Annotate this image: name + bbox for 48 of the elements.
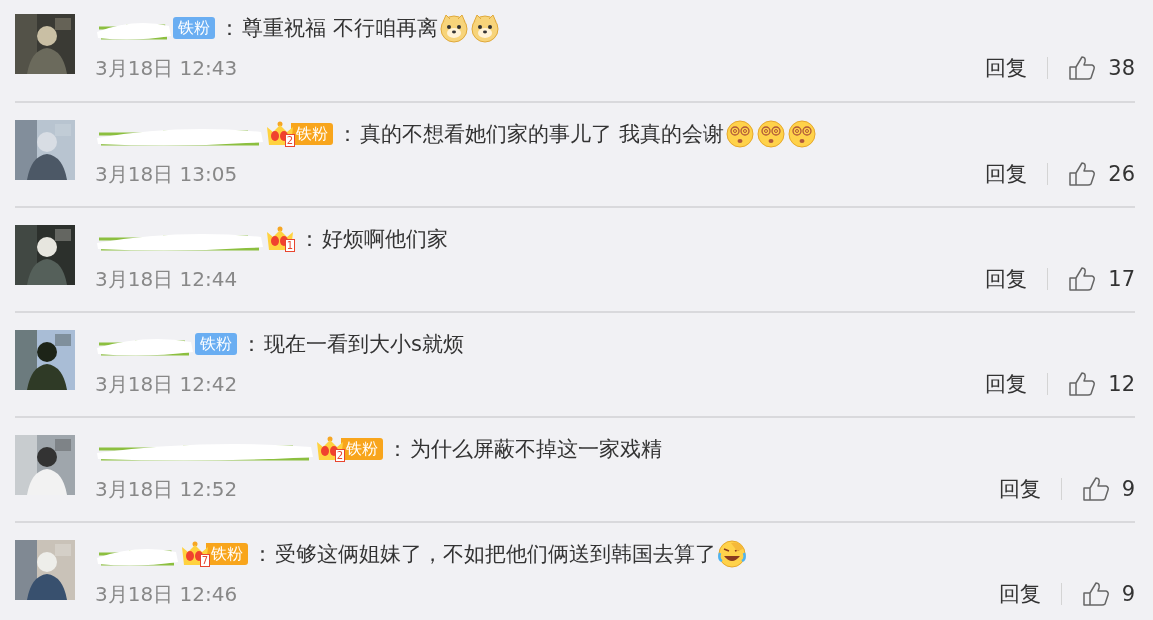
reply-link[interactable]: 回复 (998, 580, 1041, 608)
like-count: 12 (1108, 372, 1135, 396)
fan-badge: 铁粉 (195, 333, 237, 355)
dizzy-emoji-icon (724, 119, 755, 149)
timestamp: 3月18日 12:42 (95, 370, 238, 398)
comment-text: 为什么屏蔽不掉这一家戏精 (410, 436, 662, 463)
thumbs-up-icon[interactable] (1081, 476, 1110, 502)
reply-link[interactable]: 回复 (985, 54, 1028, 82)
reply-link[interactable]: 回复 (985, 265, 1028, 293)
laugh-cry-emoji-icon (717, 539, 747, 569)
thumbs-up-icon[interactable] (1068, 266, 1097, 292)
comment-text: 现在一看到大小s就烦 (264, 331, 464, 358)
colon: ： (337, 121, 358, 148)
like-count: 26 (1108, 162, 1135, 186)
thumbs-up-icon[interactable] (1068, 55, 1097, 81)
timestamp: 3月18日 12:52 (95, 475, 238, 503)
colon: ： (219, 15, 240, 42)
fan-badge: 铁粉 (341, 438, 383, 460)
timestamp: 3月18日 12:43 (95, 54, 238, 82)
colon: ： (241, 331, 262, 358)
thumbs-up-icon[interactable] (1068, 161, 1097, 187)
fan-badge: 铁粉 (173, 17, 215, 39)
fan-badge: 铁粉 (206, 543, 248, 565)
fan-badge: 铁粉 (291, 123, 333, 145)
like-count: 17 (1108, 267, 1135, 291)
reply-link[interactable]: 回复 (998, 475, 1041, 503)
comment-text: 好烦啊他们家 (322, 226, 448, 253)
thumbs-up-icon[interactable] (1081, 581, 1110, 607)
like-count: 38 (1108, 56, 1135, 80)
colon: ： (252, 541, 273, 568)
doge-emoji-icon (438, 13, 469, 43)
comment-text: 受够这俩姐妹了，不如把他们俩送到韩国去算了 (275, 541, 716, 568)
level-number: 1 (284, 239, 295, 252)
like-count: 9 (1121, 582, 1135, 606)
thumbs-up-icon[interactable] (1068, 371, 1097, 397)
reply-link[interactable]: 回复 (985, 370, 1028, 398)
timestamp: 3月18日 12:46 (95, 580, 238, 608)
like-count: 9 (1121, 477, 1135, 501)
timestamp: 3月18日 12:44 (95, 265, 238, 293)
doge-emoji-icon (469, 13, 500, 43)
comment-text: 真的不想看她们家的事儿了 我真的会谢 (360, 121, 724, 148)
dizzy-emoji-icon (786, 119, 817, 149)
comment-text: 尊重祝福 不行咱再离 (242, 15, 438, 42)
reply-link[interactable]: 回复 (985, 160, 1028, 188)
timestamp: 3月18日 13:05 (95, 160, 238, 188)
dizzy-emoji-icon (755, 119, 786, 149)
colon: ： (387, 436, 408, 463)
colon: ： (299, 226, 320, 253)
